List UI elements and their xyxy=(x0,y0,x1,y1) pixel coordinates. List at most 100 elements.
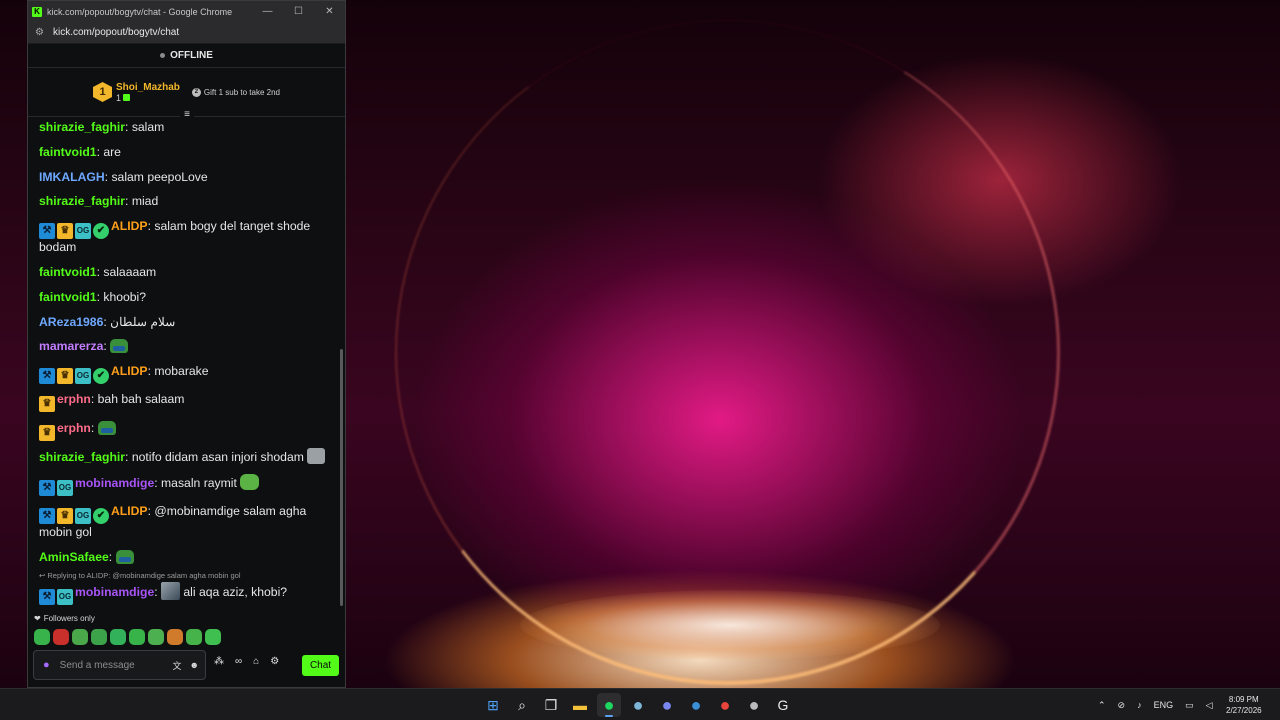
moderator-badge-icon[interactable]: ⚒ xyxy=(39,508,55,525)
subscriber-crown-badge-icon[interactable]: ♛ xyxy=(57,508,73,525)
verified-badge-icon[interactable]: ✔ xyxy=(93,368,109,385)
quick-emote-icon[interactable] xyxy=(186,629,202,645)
verified-badge-icon[interactable]: ✔ xyxy=(93,508,109,525)
store-icon[interactable]: ⌂ xyxy=(253,656,259,667)
address-bar[interactable]: ⚙ kick.com/popout/bogytv/chat xyxy=(28,22,345,44)
chat-username[interactable]: mobinamdige xyxy=(75,585,154,599)
file-explorer-icon[interactable]: ▬ xyxy=(568,693,592,717)
search-icon[interactable]: ⌕ xyxy=(510,693,534,717)
quick-emote-icon[interactable] xyxy=(129,629,145,645)
chat-message[interactable]: ♛ erphn: xyxy=(39,420,335,441)
task-view-icon[interactable]: ❐ xyxy=(539,693,563,717)
spotify-icon[interactable]: ● xyxy=(597,693,621,717)
chat-username[interactable]: ALIDP xyxy=(111,364,148,378)
subscriber-crown-badge-icon[interactable]: ♛ xyxy=(57,368,73,385)
window-titlebar[interactable]: K kick.com/popout/bogytv/chat - Google C… xyxy=(28,1,345,22)
chat-username[interactable]: shirazie_faghir xyxy=(39,194,125,208)
emote-tray[interactable] xyxy=(34,629,221,645)
chat-username[interactable]: faintvoid1 xyxy=(39,290,97,304)
frog-emote[interactable] xyxy=(240,473,260,490)
gift-leaderboard[interactable]: 1 Shoi_Mazhab 1 2 Gift 1 sub to take 2nd… xyxy=(28,68,345,121)
chat-message[interactable]: mamarerza: xyxy=(39,338,335,356)
microphone-icon[interactable]: ● xyxy=(43,659,50,671)
og-badge-icon[interactable]: OG xyxy=(57,588,73,605)
chat-username[interactable]: AReza1986 xyxy=(39,315,103,329)
windows-start-icon[interactable]: ⊞ xyxy=(481,693,505,717)
minimize-button[interactable]: — xyxy=(252,6,283,17)
obs-icon[interactable]: ● xyxy=(742,693,766,717)
chat-message[interactable]: shirazie_faghir: notifo didam asan injor… xyxy=(39,448,335,467)
chat-username[interactable]: erphn xyxy=(57,421,91,435)
chat-message[interactable]: IMKALAGH: salam peepoLove xyxy=(39,169,335,187)
chat-messages[interactable]: shirazie_faghir: salam faintvoid1: are I… xyxy=(28,119,343,611)
chat-message[interactable]: shirazie_faghir: salam xyxy=(39,119,335,137)
chat-message[interactable]: ♛ erphn: bah bah salaam xyxy=(39,391,335,413)
og-badge-icon[interactable]: OG xyxy=(57,479,73,496)
pepe-emote[interactable] xyxy=(97,420,116,435)
chat-message[interactable]: faintvoid1: are xyxy=(39,144,335,162)
message-composer[interactable]: ● 文 ☻ xyxy=(33,650,206,680)
og-badge-icon[interactable]: OG xyxy=(75,508,91,525)
chat-message[interactable]: AminSafaee: xyxy=(39,549,335,567)
emote-picker-icon[interactable]: ☻ xyxy=(190,660,199,670)
photo-emote[interactable] xyxy=(161,581,181,600)
chat-username[interactable]: shirazie_faghir xyxy=(39,120,125,134)
subscriber-crown-badge-icon[interactable]: ♛ xyxy=(57,223,73,240)
og-badge-icon[interactable]: OG xyxy=(75,223,91,240)
moderator-badge-icon[interactable]: ⚒ xyxy=(39,223,55,240)
logitech-icon[interactable]: G xyxy=(771,693,795,717)
chat-message[interactable]: ⚒ OG mobinamdige: masaln raymit xyxy=(39,473,335,496)
maximize-button[interactable]: ☐ xyxy=(283,6,314,17)
chat-username[interactable]: IMKALAGH xyxy=(39,170,105,184)
subscriber-crown-badge-icon[interactable]: ♛ xyxy=(39,396,55,413)
chat-message[interactable]: ⚒ ♛ OG ✔ ALIDP: salam bogy del tanget shode … xyxy=(39,218,335,257)
pepe-emote[interactable] xyxy=(110,339,129,354)
site-info-icon[interactable]: ⚙ xyxy=(35,27,44,38)
send-chat-button[interactable]: Chat xyxy=(302,655,339,676)
quick-emote-icon[interactable] xyxy=(167,629,183,645)
chat-message[interactable]: ⚒ OG mobinamdige: ali aqa aziz, khobi? xyxy=(39,581,335,605)
vpn-icon[interactable]: ● xyxy=(684,693,708,717)
chat-message[interactable]: ⚒ ♛ OG ✔ ALIDP: @mobinamdige salam agha mobi… xyxy=(39,503,335,542)
chevron-up-icon[interactable]: ⌃ xyxy=(1098,700,1106,711)
mic-tray-icon[interactable]: ♪ xyxy=(1137,700,1142,710)
chat-message[interactable]: faintvoid1: salaaaam xyxy=(39,264,335,282)
moderator-badge-icon[interactable]: ⚒ xyxy=(39,479,55,496)
quick-emote-icon[interactable] xyxy=(205,629,221,645)
community-icon[interactable]: ⁂ xyxy=(214,656,224,667)
quick-emote-icon[interactable] xyxy=(53,629,69,645)
chat-username[interactable]: AminSafaee xyxy=(39,550,109,564)
chat-username[interactable]: faintvoid1 xyxy=(39,145,97,159)
discord-icon[interactable]: ● xyxy=(655,693,679,717)
url-text[interactable]: kick.com/popout/bogytv/chat xyxy=(53,27,179,38)
quick-emote-icon[interactable] xyxy=(110,629,126,645)
chat-message[interactable]: shirazie_faghir: miad xyxy=(39,193,335,211)
close-button[interactable]: ✕ xyxy=(314,6,345,17)
volume-icon[interactable]: ◁ xyxy=(1206,700,1213,711)
reply-context[interactable]: ↩ Replying to ALIDP: @mobinamdige salam … xyxy=(39,571,335,581)
quick-emote-icon[interactable] xyxy=(72,629,88,645)
language-indicator[interactable]: ENG xyxy=(1154,700,1174,710)
cat-emote[interactable] xyxy=(307,448,326,465)
chat-username[interactable]: erphn xyxy=(57,392,91,406)
quick-emote-icon[interactable] xyxy=(34,629,50,645)
display-icon[interactable]: ▭ xyxy=(1185,700,1194,711)
moderator-badge-icon[interactable]: ⚒ xyxy=(39,368,55,385)
chat-username[interactable]: faintvoid1 xyxy=(39,265,97,279)
settings-icon[interactable]: ⚙ xyxy=(270,656,279,667)
chat-username[interactable]: ALIDP xyxy=(111,504,148,518)
translate-icon[interactable]: 文 xyxy=(173,659,182,672)
chat-username[interactable]: mobinamdige xyxy=(75,476,154,490)
chat-username[interactable]: shirazie_faghir xyxy=(39,450,125,464)
chat-username[interactable]: mamarerza xyxy=(39,339,103,353)
chat-username[interactable]: ALIDP xyxy=(111,219,148,233)
moderator-badge-icon[interactable]: ⚒ xyxy=(39,588,55,605)
chat-scrollbar[interactable] xyxy=(340,349,343,606)
subscriber-crown-badge-icon[interactable]: ♛ xyxy=(39,424,55,441)
link-icon[interactable]: ∞ xyxy=(235,656,242,667)
chat-message[interactable]: AReza1986: سلام سلطان xyxy=(39,314,335,332)
chat-message[interactable]: faintvoid1: khoobi? xyxy=(39,289,335,307)
taskbar-clock[interactable]: 8:09 PM 2/27/2026 xyxy=(1226,694,1262,716)
og-badge-icon[interactable]: OG xyxy=(75,368,91,385)
chrome-icon[interactable]: ● xyxy=(713,693,737,717)
